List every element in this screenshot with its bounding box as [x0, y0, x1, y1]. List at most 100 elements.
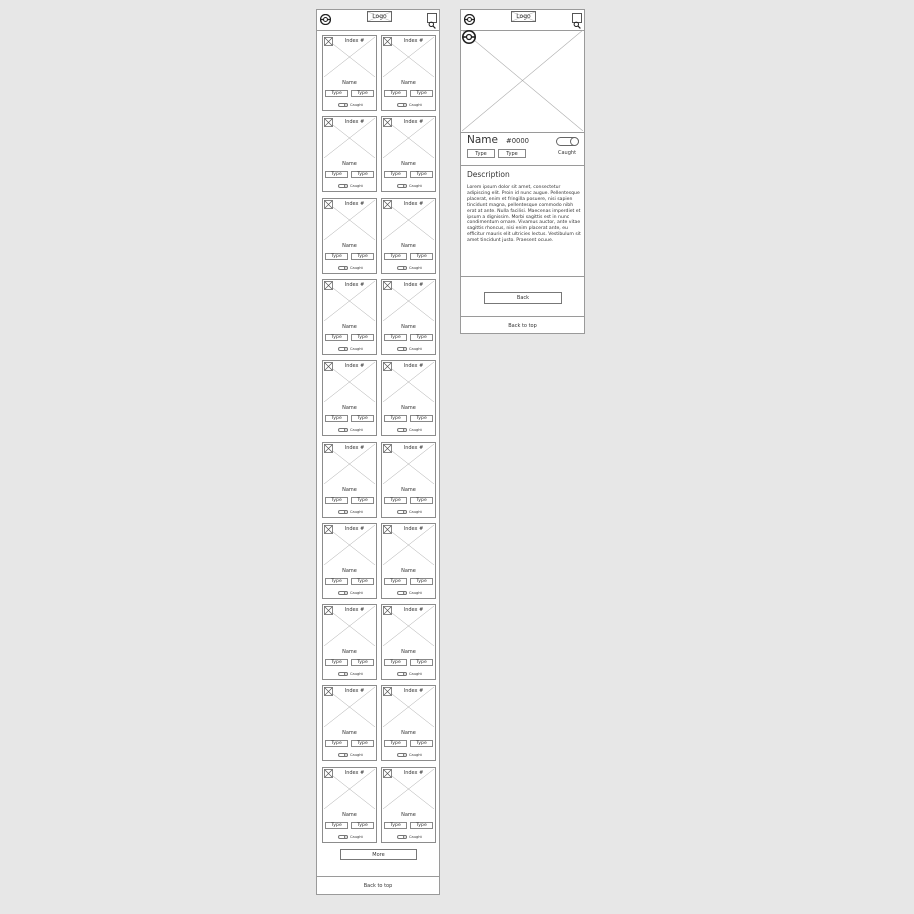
caught-toggle[interactable] — [397, 428, 407, 433]
type-badge: Type — [325, 415, 348, 423]
caught-toggle[interactable] — [338, 753, 348, 758]
back-button[interactable]: Back — [484, 292, 562, 304]
pokemon-card[interactable]: Index # Name Type Type Caught — [381, 522, 436, 599]
pokemon-card[interactable]: Index # Name Type Type Caught — [322, 35, 377, 111]
card-name: Name — [401, 811, 416, 818]
caught-row: Caught — [323, 183, 376, 189]
image-icon — [324, 199, 333, 209]
caught-label: Caught — [409, 590, 422, 595]
pokemon-card[interactable]: Index # Name Type Type Caught — [381, 278, 436, 355]
pokemon-card[interactable]: Index # Name Type Type Caught — [381, 35, 436, 111]
caught-row: Caught — [382, 752, 435, 758]
type-badge: Type — [384, 496, 407, 504]
caught-toggle[interactable] — [338, 265, 348, 270]
card-types: Type Type — [384, 577, 434, 585]
type-badge: Type — [325, 90, 348, 97]
caught-toggle[interactable] — [397, 346, 407, 351]
pokeball-icon[interactable] — [320, 14, 331, 25]
type-badge: Type — [351, 659, 374, 667]
image-icon — [383, 281, 392, 290]
search-button[interactable] — [572, 13, 582, 29]
caught-toggle[interactable] — [338, 509, 348, 514]
caught-toggle[interactable] — [556, 137, 579, 146]
card-types: Type Type — [325, 496, 375, 504]
type-badge: Type — [384, 171, 407, 179]
pokemon-card[interactable]: Index # Name Type Type Caught — [381, 441, 436, 518]
card-types: Type Type — [325, 90, 375, 97]
type-badge: Type — [498, 149, 526, 158]
caught-toggle[interactable] — [338, 428, 348, 433]
pokemon-card[interactable]: Index # Name Type Type Caught — [322, 604, 377, 681]
card-types: Type Type — [384, 171, 434, 179]
type-badge: Type — [351, 415, 374, 423]
pokemon-card[interactable]: Index # Name Type Type Caught — [322, 278, 377, 355]
card-name: Name — [401, 323, 416, 330]
more-button[interactable]: More — [340, 849, 417, 860]
caught-toggle[interactable] — [338, 834, 348, 839]
pokemon-card[interactable]: Index # Name Type Type Caught — [322, 197, 377, 274]
caught-toggle[interactable] — [338, 346, 348, 351]
caught-toggle[interactable] — [397, 103, 407, 107]
caught-row: Caught — [323, 427, 376, 433]
pokemon-card[interactable]: Index # Name Type Type Caught — [322, 766, 377, 843]
type-badge: Type — [325, 821, 348, 829]
caught-toggle[interactable] — [397, 590, 407, 595]
divider — [461, 165, 584, 166]
caught-toggle[interactable] — [338, 184, 348, 189]
card-index: Index # — [344, 38, 365, 44]
back-to-top-link[interactable]: Back to top — [461, 316, 584, 335]
caught-label: Caught — [350, 672, 363, 677]
pokemon-card[interactable]: Index # Name Type Type Caught — [322, 522, 377, 599]
caught-toggle[interactable] — [338, 672, 348, 677]
caught-label: Caught — [409, 753, 422, 758]
pokemon-card[interactable]: Index # Name Type Type Caught — [381, 197, 436, 274]
caught-toggle[interactable] — [397, 834, 407, 839]
pokemon-card[interactable]: Index # Name Type Type Caught — [381, 116, 436, 193]
card-types: Type Type — [384, 415, 434, 423]
card-types: Type Type — [325, 171, 375, 179]
card-types: Type Type — [325, 577, 375, 585]
type-badge: Type — [410, 821, 433, 829]
pokemon-card[interactable]: Index # Name Type Type Caught — [322, 116, 377, 193]
caught-row: Caught — [382, 671, 435, 677]
card-index: Index # — [403, 525, 424, 532]
type-badge: Type — [410, 90, 433, 97]
caught-toggle[interactable] — [397, 509, 407, 514]
caught-toggle[interactable] — [397, 265, 407, 270]
pokemon-card[interactable]: Index # Name Type Type Caught — [381, 360, 436, 437]
back-to-top-link[interactable]: Back to top — [317, 876, 439, 896]
pokemon-card[interactable]: Index # Name Type Type Caught — [381, 766, 436, 843]
card-name: Name — [342, 242, 357, 249]
caught-toggle[interactable] — [397, 184, 407, 189]
card-name: Name — [342, 567, 357, 574]
image-icon — [324, 687, 333, 697]
pokemon-card[interactable]: Index # Name Type Type Caught — [381, 685, 436, 762]
caught-row: Caught — [382, 834, 435, 840]
caught-row: Caught — [323, 590, 376, 596]
card-index: Index # — [403, 119, 424, 126]
card-index: Index # — [403, 607, 424, 614]
pokemon-card[interactable]: Index # Name Type Type Caught — [322, 441, 377, 518]
pokeball-icon[interactable] — [464, 14, 475, 25]
type-badge: Type — [410, 659, 433, 667]
logo[interactable]: Logo — [511, 11, 536, 22]
card-name: Name — [401, 486, 416, 493]
logo[interactable]: Logo — [367, 11, 392, 22]
image-icon — [383, 443, 392, 453]
pokemon-card[interactable]: Index # Name Type Type Caught — [322, 685, 377, 762]
pokemon-card[interactable]: Index # Name Type Type Caught — [322, 360, 377, 437]
caught-label: Caught — [350, 184, 363, 189]
card-types: Type Type — [325, 821, 375, 829]
caught-toggle[interactable] — [338, 590, 348, 595]
caught-toggle[interactable] — [397, 672, 407, 677]
caught-label: Caught — [409, 184, 422, 189]
search-button[interactable] — [427, 13, 437, 29]
pokemon-card[interactable]: Index # Name Type Type Caught — [381, 604, 436, 681]
caught-toggle[interactable] — [338, 103, 348, 107]
pokeball-icon — [462, 30, 476, 44]
image-icon — [383, 524, 392, 534]
type-badge: Type — [384, 252, 407, 260]
card-index: Index # — [344, 525, 365, 532]
caught-toggle[interactable] — [397, 753, 407, 758]
card-types: Type Type — [325, 659, 375, 667]
